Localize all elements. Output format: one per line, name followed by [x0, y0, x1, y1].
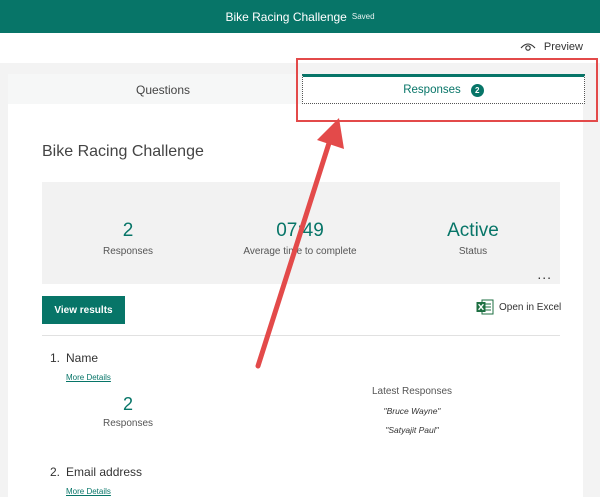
question-1-responses-label: Responses [102, 418, 154, 429]
preview-label: Preview [543, 41, 583, 53]
question-1-title: 1. Name [50, 351, 98, 365]
open-in-excel-label: Open in Excel [499, 301, 562, 313]
stat-status-value: Active [447, 220, 499, 241]
latest-response-item: "Bruce Wayne" [383, 406, 441, 416]
summary-panel: 2 Responses 07:49 Average time to comple… [42, 182, 560, 284]
stat-responses-value: 2 [122, 220, 134, 241]
stat-status-label: Status [458, 246, 488, 257]
question-1-more-details-link[interactable]: More Details [66, 373, 111, 382]
stat-average-time-value: 07:49 [276, 220, 324, 241]
tab-questions-label: Questions [135, 83, 191, 97]
stat-average-time: 07:49 Average time to complete [230, 220, 370, 257]
more-options-icon[interactable]: ... [537, 266, 552, 282]
question-2-number: 2. [50, 465, 61, 479]
latest-response-item: "Satyajit Paul" [385, 425, 439, 435]
section-divider [42, 335, 560, 336]
view-results-button[interactable]: View results [42, 296, 125, 324]
question-2-title: 2. Email address [50, 465, 142, 479]
tab-questions[interactable]: Questions [68, 74, 258, 104]
form-card [8, 74, 583, 497]
excel-icon [476, 299, 494, 315]
stat-status: Active Status [428, 220, 518, 257]
preview-button[interactable]: Preview [520, 41, 583, 53]
latest-responses: Latest Responses "Bruce Wayne" "Satyajit… [352, 386, 472, 435]
stat-responses-label: Responses [102, 246, 154, 257]
form-title: Bike Racing Challenge [42, 143, 204, 160]
question-1-number: 1. [50, 351, 61, 365]
open-in-excel-button[interactable]: Open in Excel [476, 299, 561, 315]
question-2-text: Email address [66, 465, 143, 479]
eye-icon [520, 43, 536, 51]
question-1-text: Name [66, 351, 99, 365]
question-1-responses-value: 2 [122, 394, 133, 414]
app-title: Bike Racing Challenge [225, 9, 347, 24]
latest-responses-header: Latest Responses [371, 386, 453, 397]
annotation-highlight-box [296, 58, 598, 122]
save-status: Saved [351, 12, 375, 21]
question-1-responses: 2 Responses [88, 394, 168, 429]
question-2-more-details-link[interactable]: More Details [66, 487, 111, 496]
stat-average-time-label: Average time to complete [243, 246, 357, 257]
title-bar: Bike Racing Challenge Saved [0, 0, 600, 33]
stat-responses: 2 Responses [86, 220, 170, 257]
